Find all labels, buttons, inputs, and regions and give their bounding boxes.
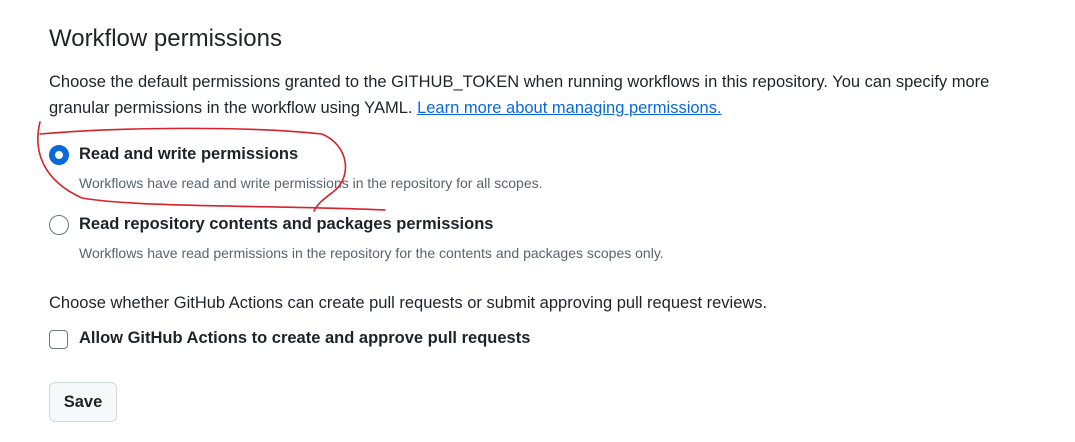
pull-request-prompt: Choose whether GitHub Actions can create… <box>49 294 768 312</box>
allow-pr-label[interactable]: Allow GitHub Actions to create and appro… <box>79 329 530 348</box>
allow-pr-checkbox[interactable] <box>49 330 68 349</box>
read-write-note: Workflows have read and write permission… <box>79 175 543 191</box>
read-only-label[interactable]: Read repository contents and packages pe… <box>79 215 493 234</box>
section-description: Choose the default permissions granted t… <box>49 69 1039 121</box>
read-write-radio[interactable] <box>49 145 69 165</box>
learn-more-link[interactable]: Learn more about managing permissions. <box>417 99 722 117</box>
workflow-permissions-page: Workflow permissions Choose the default … <box>0 0 1075 442</box>
read-only-radio[interactable] <box>49 215 69 235</box>
read-only-note: Workflows have read permissions in the r… <box>79 245 664 261</box>
read-write-label[interactable]: Read and write permissions <box>79 145 298 164</box>
save-button[interactable]: Save <box>49 382 117 422</box>
section-title: Workflow permissions <box>49 25 282 52</box>
